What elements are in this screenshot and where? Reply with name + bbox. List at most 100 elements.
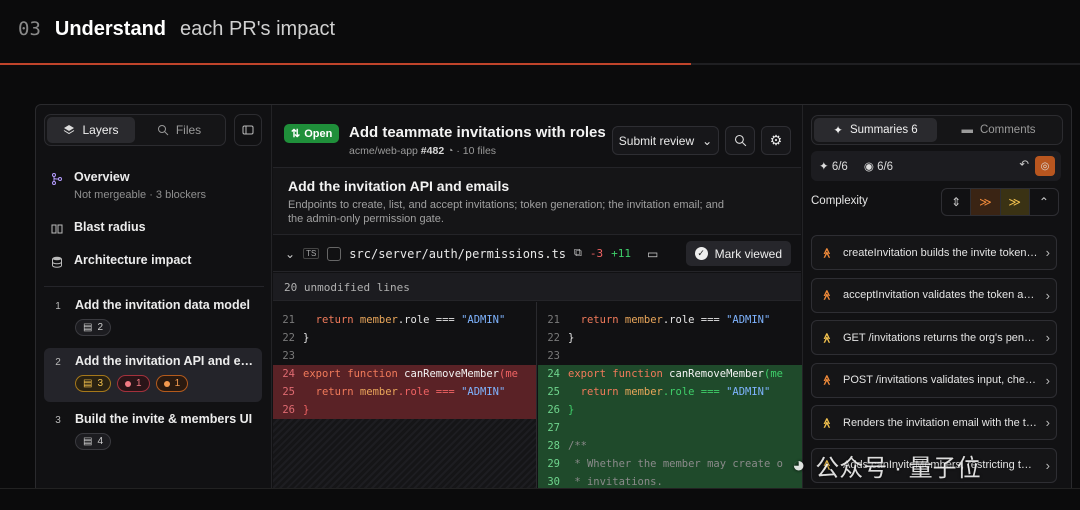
copy-icon[interactable]: ⧉ [574,247,582,260]
warning-badge: 1 [155,375,189,392]
chevron-right-icon: › [1045,245,1050,260]
files-count-badge: ▤ 3 [75,375,112,392]
pr-number: #482 [420,145,445,157]
line-code: export function canRemoveMember(me [303,368,518,380]
summary-card[interactable]: ≫ POST /invitations validates input, chec… [811,362,1057,398]
line-number[interactable]: 23 [273,347,303,365]
watermark: ◕ 公众号 · 量子位 [792,448,1062,482]
diff-line: 23 [538,347,802,365]
settings-button[interactable]: ⚙ [761,126,791,155]
warning-count: 1 [174,378,181,389]
diff-line: 24 export function canRemoveMember(me [538,365,802,383]
sort-icon[interactable]: ⇕ [942,189,972,215]
mark-viewed-button[interactable]: ✓ Mark viewed [685,241,791,266]
left-sidebar: Layers Files Overview Not mergeable · 3 … [36,105,272,496]
tab-files-label: Files [175,123,202,137]
check-circle-icon: ✓ [694,247,708,260]
line-number[interactable]: 26 [538,401,568,419]
line-number[interactable]: 21 [273,311,303,329]
divider [44,286,264,287]
layer-step-1[interactable]: 1 Add the invitation data model ▤ 2 [44,292,262,340]
line-number[interactable]: 24 [273,365,303,383]
lang-badge: TS [303,248,320,259]
unmodified-lines-expander[interactable]: 20 unmodified lines [273,273,801,301]
diff-line: 21 return member.role === "ADMIN" [273,311,536,329]
line-number[interactable]: 28 [538,437,568,455]
gear-icon: ⚙ [769,132,783,148]
nav-overview-label: Overview [74,170,130,184]
section-title-rest: each PR's impact [180,18,336,40]
additions-count: +11 [611,247,632,260]
nav-architecture-impact-label: Architecture impact [74,253,192,267]
summary-card[interactable]: ≫ GET /invitations returns the org's pend… [811,320,1057,355]
nav-overview[interactable]: Overview Not mergeable · 3 blockers [50,170,206,201]
nav-blast-radius-label: Blast radius [74,220,146,234]
summary-card[interactable]: ≫ createInvitation builds the invite toke… [811,235,1057,270]
comment-icon[interactable]: ▭ [647,247,658,261]
collapse-chevron-icon[interactable]: ⌄ [285,247,295,261]
blocker-badge: 1 [117,375,150,392]
diff-line: 24 export function canRemoveMember(me [273,365,536,383]
diff-right-pane: 21 return member.role === "ADMIN" 22} 23 24… [538,302,802,496]
chevron-right-icon: › [1045,372,1050,388]
filter-medium-icon[interactable]: ≫ [1000,189,1030,215]
nav-blast-radius[interactable]: Blast radius [50,220,146,236]
layer-step-2[interactable]: 2 Add the invitation API and emails ▤ 3 1… [44,348,262,402]
file-icon: ▤ [83,436,93,447]
line-number[interactable]: 29 [538,455,568,473]
line-number[interactable]: 23 [538,347,568,365]
diff-line: 26} [538,401,802,419]
toggle-panel-button[interactable] [234,114,262,146]
file-checkbox-icon[interactable] [327,246,342,261]
nav-architecture-impact[interactable]: Architecture impact [50,253,191,269]
tab-comments[interactable]: ▬ Comments [937,118,1060,142]
tab-layers[interactable]: Layers [47,117,135,143]
line-code: return member.role === "ADMIN" [580,314,771,326]
line-number[interactable]: 22 [273,329,303,347]
search-button[interactable] [725,126,755,155]
line-number[interactable]: 26 [273,401,303,419]
file-icon: ▤ [83,378,93,389]
file-header: ⌄ TS src/server/auth/permissions.ts ⧉ -3… [273,236,801,272]
files-count-badge: ▤ 4 [75,433,112,450]
line-number[interactable]: 25 [273,383,303,401]
branch-icon [52,173,62,185]
line-number[interactable]: 25 [538,383,568,401]
repo-name: acme/web-app [349,145,418,157]
filter-high-icon[interactable]: ≫ [971,189,1001,215]
book-icon [51,224,63,234]
line-code: } [568,404,575,416]
empty-hatch [273,419,536,496]
line-number[interactable]: 22 [538,329,568,347]
section-title-bold: Understand [54,18,167,40]
layers-icon [64,125,75,135]
sparkle-icon: ✦ [819,161,829,173]
undo-icon[interactable]: ↶ [1019,157,1029,171]
tab-summaries[interactable]: ✦ Summaries 6 [814,118,937,142]
summary-card[interactable]: ≫ acceptInvitation validates the token an… [811,277,1057,313]
ai-count-value: 6/6 [831,161,848,173]
line-number[interactable]: 24 [538,365,568,383]
diff-line: 26} [273,401,536,419]
tab-files[interactable]: Files [135,117,223,143]
line-number[interactable]: 21 [538,311,568,329]
submit-review-button[interactable]: Submit review ⌄ [612,126,719,155]
line-code: * invitations. [568,476,663,488]
blocker-dot-icon [125,380,132,387]
diff-panel: ⇅ Open Add teammate invitations with role… [273,105,802,496]
summary-card[interactable]: ≫ Renders the invitation email with the t… [811,405,1057,440]
warning-dot-icon [163,380,170,387]
line-code: return member.role === "ADMIN" [315,314,506,326]
line-number[interactable]: 27 [538,419,568,437]
tab-comments-label: Comments [979,124,1036,136]
summary-counters: ✦ 6/6 ◉ 6/6 ↶ ◎ [811,151,1061,181]
section-progress-fill [0,63,692,65]
summary-text: createInvitation builds the invite token… [843,246,1038,259]
search-icon [734,134,746,147]
chevron-right-icon: › [1045,287,1050,303]
status-label: Open [304,127,333,140]
layer-step-3[interactable]: 3 Build the invite & members UI ▤ 4 [44,406,262,456]
summary-text: Renders the invitation email with the te… [843,416,1038,429]
chevron-up-icon[interactable]: ⌃ [1030,189,1058,215]
focus-icon[interactable]: ◎ [1035,156,1055,176]
